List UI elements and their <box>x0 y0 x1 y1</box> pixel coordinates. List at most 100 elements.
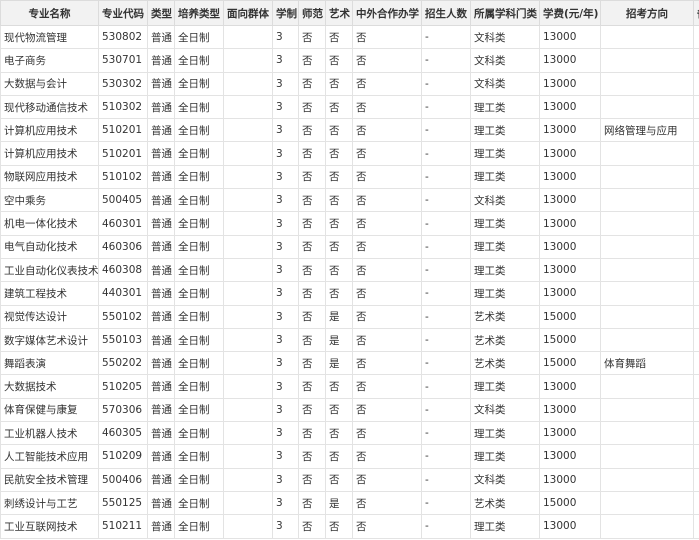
table-cell: 否 <box>352 281 422 306</box>
table-cell: 普通 <box>147 327 175 353</box>
column-header: 招考方向 <box>600 0 694 26</box>
table-cell: 普通 <box>147 94 175 120</box>
table-cell: 理工类 <box>470 374 540 399</box>
table-cell: 普通 <box>147 514 175 539</box>
table-cell: 视觉传达设计 <box>0 304 99 329</box>
table-cell: 全日制 <box>174 444 224 469</box>
table-cell <box>693 234 699 259</box>
table-cell: - <box>421 257 471 283</box>
table-cell: 13000 <box>539 257 601 283</box>
table-cell: 现代物流管理 <box>0 24 99 50</box>
table-cell: 理工类 <box>470 234 540 259</box>
table-cell: 460301 <box>98 211 148 236</box>
table-cell: 否 <box>352 118 422 143</box>
column-header: 招生人数 <box>421 0 471 26</box>
table-cell: 否 <box>298 421 326 446</box>
table-cell: 否 <box>352 211 422 236</box>
table-cell: 理工类 <box>470 164 540 190</box>
table-cell: 否 <box>325 281 353 306</box>
table-cell: 3 <box>272 118 299 143</box>
table-cell: 工业自动化仪表技术 <box>0 257 99 283</box>
table-cell: 3 <box>272 24 299 50</box>
table-cell: 否 <box>325 467 353 492</box>
table-cell: 全日制 <box>174 257 224 283</box>
table-cell: 否 <box>325 118 353 143</box>
table-cell: - <box>421 234 471 259</box>
table-cell: 否 <box>325 514 353 539</box>
table-cell: 3 <box>272 374 299 399</box>
table-cell: 全日制 <box>174 94 224 120</box>
table-cell: 普通 <box>147 304 175 329</box>
table-cell <box>223 164 273 190</box>
table-cell: 否 <box>298 304 326 329</box>
table-cell: 530302 <box>98 71 148 96</box>
table-cell <box>600 374 694 399</box>
table-cell: 440301 <box>98 281 148 306</box>
table-cell: 3 <box>272 141 299 166</box>
table-cell: 3 <box>272 490 299 516</box>
table-cell <box>600 304 694 329</box>
table-cell: 13000 <box>539 164 601 190</box>
table-cell: 否 <box>298 327 326 353</box>
table-cell <box>223 48 273 73</box>
table-cell <box>693 490 699 516</box>
table-cell: 全日制 <box>174 24 224 50</box>
table-cell: 否 <box>325 397 353 423</box>
table-cell: - <box>421 281 471 306</box>
table-cell: 理工类 <box>470 444 540 469</box>
table-row: 工业自动化仪表技术 460308 普通 全日制 3 否否否 - 理工类 13000 <box>0 257 699 283</box>
table-row: 舞蹈表演 550202 普通 全日制 3 否是否 - 艺术类 15000 体育舞蹈 <box>0 351 699 376</box>
table-cell: 否 <box>352 257 422 283</box>
table-row: 视觉传达设计 550102 普通 全日制 3 否是否 - 艺术类 15000 <box>0 304 699 329</box>
table-cell: 15000 <box>539 490 601 516</box>
table-cell: 3 <box>272 421 299 446</box>
table-cell <box>693 48 699 73</box>
column-header: 师范 <box>298 0 326 26</box>
table-cell <box>600 188 694 213</box>
table-cell: 全日制 <box>174 374 224 399</box>
table-cell: 普通 <box>147 374 175 399</box>
table-cell: 空中乘务 <box>0 188 99 213</box>
table-cell: 570306 <box>98 397 148 423</box>
table-cell <box>223 327 273 353</box>
table-cell: 否 <box>298 94 326 120</box>
column-header: 培养类型 <box>174 0 224 26</box>
table-cell: 全日制 <box>174 351 224 376</box>
column-header: 专业代码 <box>98 0 148 26</box>
table-cell: 15000 <box>539 304 601 329</box>
table-cell: 否 <box>325 234 353 259</box>
table-cell <box>693 304 699 329</box>
table-cell: 普通 <box>147 188 175 213</box>
table-row: 工业互联网技术 510211 普通 全日制 3 否否否 - 理工类 13000 <box>0 514 699 539</box>
column-header: 艺术 <box>325 0 353 26</box>
table-row: 人工智能技术应用 510209 普通 全日制 3 否否否 - 理工类 13000 <box>0 444 699 469</box>
table-cell: 文科类 <box>470 188 540 213</box>
table-cell: 普通 <box>147 490 175 516</box>
table-cell <box>693 118 699 143</box>
table-cell: 13000 <box>539 467 601 492</box>
column-header: 学制 <box>272 0 299 26</box>
table-cell <box>223 234 273 259</box>
table-cell: 否 <box>325 257 353 283</box>
table-cell: 普通 <box>147 211 175 236</box>
table-cell: 3 <box>272 94 299 120</box>
table-cell: 全日制 <box>174 118 224 143</box>
table-row: 刺绣设计与工艺 550125 普通 全日制 3 否是否 - 艺术类 15000 <box>0 490 699 516</box>
table-cell: 否 <box>352 71 422 96</box>
table-cell: 13000 <box>539 188 601 213</box>
table-cell: 否 <box>352 444 422 469</box>
table-cell: - <box>421 421 471 446</box>
table-cell <box>600 94 694 120</box>
table-cell: 否 <box>325 141 353 166</box>
table-cell: 否 <box>352 24 422 50</box>
table-cell: 3 <box>272 48 299 73</box>
table-cell: 13000 <box>539 421 601 446</box>
table-cell <box>693 141 699 166</box>
table-cell <box>693 397 699 423</box>
table-cell: - <box>421 351 471 376</box>
table-cell: 3 <box>272 281 299 306</box>
table-cell: 全日制 <box>174 281 224 306</box>
table-cell <box>223 257 273 283</box>
table-cell: 文科类 <box>470 48 540 73</box>
table-row: 体育保健与康复 570306 普通 全日制 3 否否否 - 文科类 13000 <box>0 397 699 423</box>
